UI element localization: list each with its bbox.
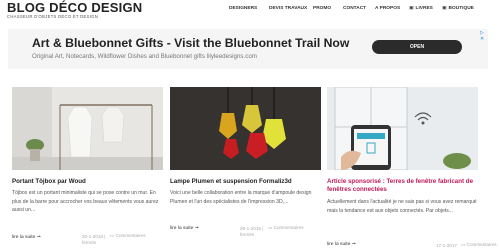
book-icon: ▣ [409, 6, 414, 11]
ad-choices[interactable]: ▷ ✕ [480, 30, 484, 42]
article-card: Lampe Plumen et suspension Formaliz3d Vo… [170, 87, 321, 251]
article-date-separator: | [262, 226, 264, 231]
article-title[interactable]: Article sponsorisé : Terres de fenêtre f… [327, 178, 478, 194]
comment-icon: ▭ [268, 225, 273, 230]
nav-promo[interactable]: PROMO [313, 6, 331, 11]
article-card: Portant Töjbox par Woud Töjbox est un po… [12, 87, 163, 251]
comments-status: ▭ Commentaires [461, 242, 497, 248]
read-more-link[interactable]: lire la suite ➞ [170, 225, 199, 231]
nav-boutique-label: BOUTIQUE [448, 6, 474, 11]
ad-subtitle: Original Art, Notecards, Wildflower Dish… [32, 53, 257, 60]
shop-icon: ▣ [442, 6, 447, 11]
comments-closed: fermés [240, 232, 255, 237]
read-more-link[interactable]: lire la suite ➞ [12, 234, 41, 240]
comments-label: Commentaires [115, 233, 146, 238]
nav-a-propos[interactable]: A PROPOS [375, 6, 400, 11]
article-excerpt: Actuellement dans l'actualité je ne sais… [327, 199, 477, 214]
article-date-text: 29-1-2018 [240, 226, 261, 231]
nav-boutique[interactable]: ▣ BOUTIQUE [442, 6, 474, 11]
comments-label: Commentaires [273, 225, 304, 230]
article-date: 20-1-2018 | [82, 233, 105, 240]
comments-status: ▭ Commentaires [110, 233, 146, 239]
comments-status: ▭ Commentaires [268, 225, 304, 231]
nav-designers[interactable]: DESIGNERS [229, 6, 257, 11]
read-more-link[interactable]: lire la suite ➞ [327, 241, 356, 247]
ad-banner[interactable]: ▷ ✕ Art & Bluebonnet Gifts - Visit the B… [8, 29, 488, 69]
article-title[interactable]: Portant Töjbox par Woud [12, 178, 163, 186]
main-nav: DESIGNERS DEVIS TRAVAUX PROMO CONTACT A … [0, 6, 499, 16]
article-date-text: 20-1-2018 [82, 234, 103, 239]
article-title[interactable]: Lampe Plumen et suspension Formaliz3d [170, 178, 321, 186]
article-date-separator: | [104, 234, 106, 239]
close-icon: ✕ [480, 36, 485, 42]
comment-icon: ▭ [461, 242, 466, 247]
nav-livres-label: LIVRES [415, 6, 433, 11]
article-card: Article sponsorisé : Terres de fenêtre f… [327, 87, 497, 251]
article-thumbnail[interactable] [170, 87, 321, 170]
comment-icon: ▭ [110, 233, 115, 238]
comments-label: Commentaires [466, 242, 497, 247]
article-excerpt: Voici une belle collaboration entre la m… [170, 190, 312, 205]
article-date: 29-1-2018 | [240, 225, 263, 232]
article-excerpt: Töjbox est un portant minimaliste qui se… [12, 190, 159, 213]
site-header: BLOG DÉCO DESIGN CHASSEUR D'OBJETS DÉCO … [0, 0, 499, 24]
ad-title[interactable]: Art & Bluebonnet Gifts - Visit the Blueb… [32, 36, 349, 50]
nav-contact[interactable]: CONTACT [343, 6, 366, 11]
article-thumbnail[interactable] [327, 87, 478, 170]
ad-open-button[interactable]: OPEN [372, 40, 462, 54]
comments-closed: fermés [82, 240, 97, 245]
article-thumbnail[interactable] [12, 87, 163, 170]
nav-devis-travaux[interactable]: DEVIS TRAVAUX [269, 6, 307, 11]
nav-livres[interactable]: ▣ LIVRES [409, 6, 433, 11]
article-date: 17-1-2017 [436, 242, 457, 249]
article-date-text: 17-1-2017 [436, 243, 457, 248]
